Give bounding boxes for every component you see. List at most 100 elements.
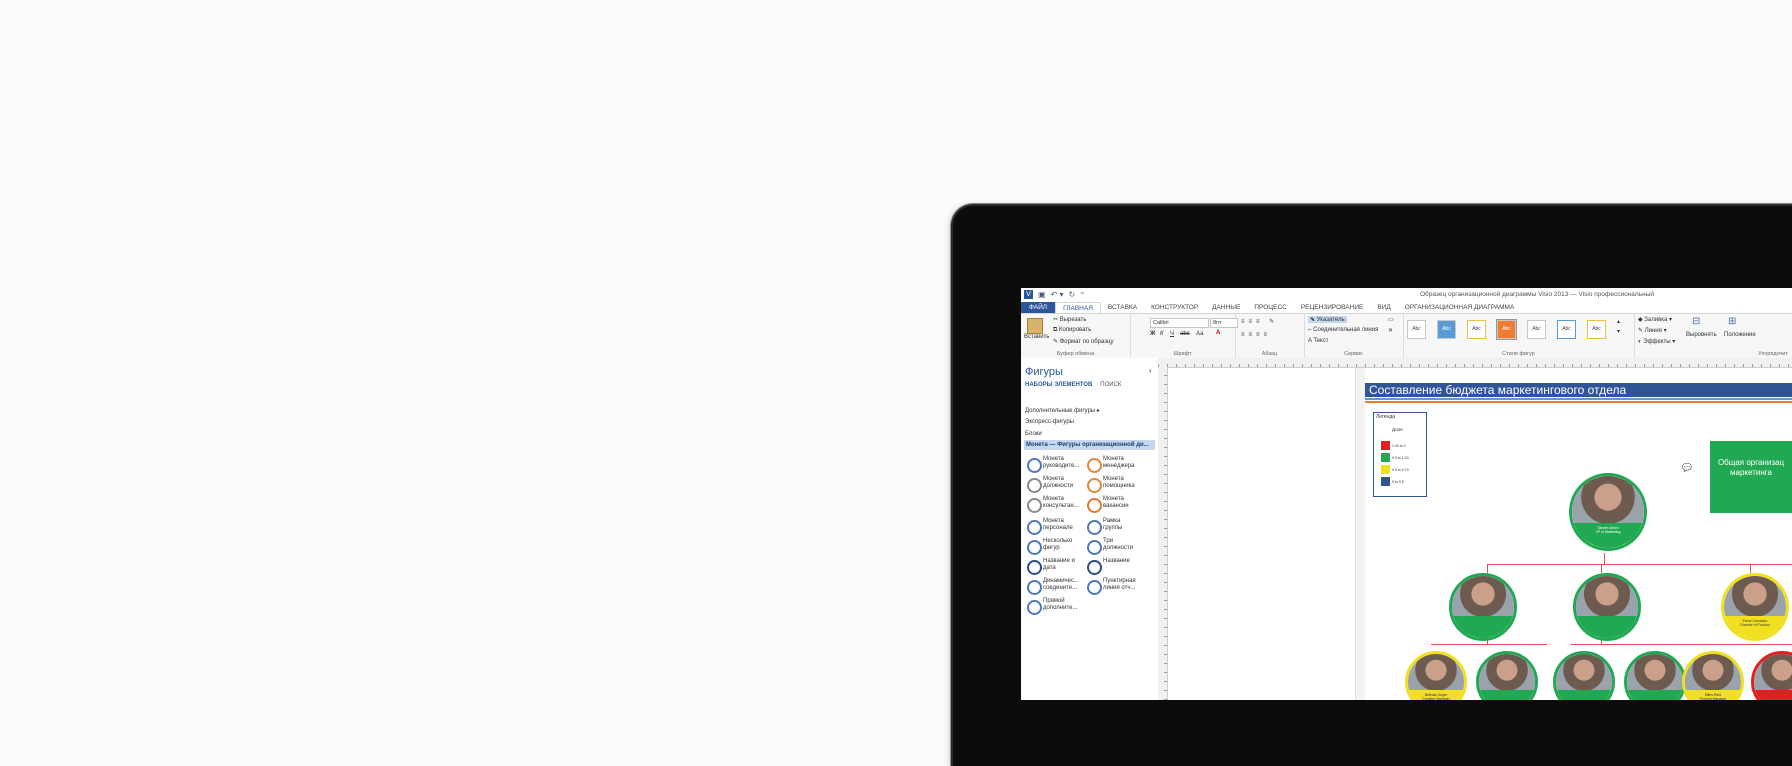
connector-line <box>1571 644 1792 645</box>
more-shapes-item[interactable]: Дополнительные фигуры ▸ <box>1025 407 1100 414</box>
stencil-shape[interactable]: Пунктирная линия отч... <box>1087 578 1147 596</box>
close-icon[interactable]: ✕ <box>1388 327 1393 334</box>
position-icon[interactable]: ⊞ <box>1728 316 1736 327</box>
stencil-shape[interactable]: Монета руководите... <box>1027 456 1087 474</box>
stencil-shape[interactable]: Прямой дополните... <box>1027 598 1087 616</box>
legend-item: 0.5 to 0.79 <box>1381 465 1409 474</box>
text-tool-button[interactable]: A Текст <box>1308 338 1328 344</box>
tab-view[interactable]: ВИД <box>1370 302 1397 313</box>
org-node-mid[interactable] <box>1449 573 1517 641</box>
org-node-mid[interactable] <box>1573 573 1641 641</box>
bold-button[interactable]: Ж <box>1150 331 1155 337</box>
customize-qat-icon[interactable]: ⁼ <box>1080 290 1084 299</box>
stencil-shape[interactable]: Монета должности <box>1027 476 1087 494</box>
cut-button[interactable]: ✂ Вырезать <box>1053 316 1086 323</box>
org-node-mid[interactable]: Fiona Camacho Director of Product <box>1721 573 1789 641</box>
tab-design[interactable]: КОНСТРУКТОР <box>1144 302 1205 313</box>
shape-style-4[interactable]: Abc <box>1496 319 1517 340</box>
font-color-icon[interactable]: A <box>1216 330 1220 336</box>
shape-style-5[interactable]: Abc <box>1527 320 1546 339</box>
org-summary-card[interactable]: Общая организац маркетинга <box>1710 441 1792 513</box>
org-node-bottom[interactable]: Belinda Ongre Creative Manager <box>1405 651 1467 700</box>
strikethrough-button[interactable]: abc <box>1180 331 1190 337</box>
stencil-shape-label: Монета помощника <box>1103 476 1135 489</box>
copy-button[interactable]: ⧉ Копировать <box>1053 327 1091 334</box>
connector-tool-button[interactable]: ⌐ Соединительная линия <box>1308 327 1378 333</box>
tab-home[interactable]: ГЛАВНАЯ <box>1055 302 1101 313</box>
tab-stencils[interactable]: НАБОРЫ ЭЛЕМЕНТОВ <box>1025 382 1092 388</box>
stencil-shape-label: Монета вакансии <box>1103 496 1129 509</box>
org-node-bottom[interactable] <box>1751 651 1792 700</box>
stencil-shape-label: Монета менеджера <box>1103 456 1135 469</box>
align-icon[interactable]: ⊟ <box>1692 316 1700 327</box>
position-button[interactable]: Положение <box>1724 332 1756 338</box>
paste-icon[interactable] <box>1027 318 1043 334</box>
align-icons-bottom[interactable]: ≡≡≡≡ <box>1241 332 1271 338</box>
stencil-shape-icon <box>1027 560 1042 575</box>
stencil-shape[interactable]: Несколько фигур <box>1027 538 1087 556</box>
stencil-shape[interactable]: Монета вакансии <box>1087 496 1147 514</box>
org-summary-line2: маркетинга <box>1730 468 1772 477</box>
tab-org-chart[interactable]: ОРГАНИЗАЦИОННАЯ ДИАГРАММА <box>1398 302 1522 313</box>
paste-button[interactable]: Вставить <box>1024 334 1049 340</box>
change-case-button[interactable]: Аа <box>1196 331 1203 337</box>
group-paragraph: ≡≡≡ ✎ ≡≡≡≡ Абзац <box>1235 314 1305 358</box>
group-tools: ⬉ Указатель ⌐ Соединительная линия A Тек… <box>1304 314 1404 358</box>
stencil-shape[interactable]: Монета консультан... <box>1027 496 1087 514</box>
org-node-bottom[interactable] <box>1476 651 1538 700</box>
tab-file[interactable]: ФАЙЛ <box>1021 302 1056 313</box>
redo-icon[interactable]: ↻ <box>1069 290 1076 299</box>
stencil-shape[interactable]: Монета персонале <box>1027 518 1087 536</box>
stencil-shape[interactable]: Рамка группы <box>1087 518 1147 536</box>
comment-icon[interactable]: 💬 <box>1682 463 1692 472</box>
pointer-tool-button[interactable]: ⬉ Указатель <box>1308 316 1347 323</box>
shape-style-1[interactable]: Abc <box>1407 320 1426 339</box>
stencil-shape[interactable]: Три должности <box>1087 538 1147 556</box>
stencil-shape[interactable]: Монета помощника <box>1087 476 1147 494</box>
stencil-shape[interactable]: Динамичес... соедините... <box>1027 578 1087 596</box>
connector-line <box>1487 564 1488 573</box>
fill-button[interactable]: ◆ Заливка ▾ <box>1638 316 1672 323</box>
effects-button[interactable]: ◐ Эффекты ▾ <box>1638 338 1675 345</box>
connector-line <box>1601 564 1602 573</box>
stencil-shape-icon <box>1087 478 1102 493</box>
format-painter-button[interactable]: ✎ Формат по образцу <box>1053 338 1114 345</box>
quick-shapes-item[interactable]: Экспресс-фигуры <box>1025 419 1074 425</box>
legend-box[interactable]: Легенда Доля 1.00 to 2 0.9 to 1.00 0.5 t… <box>1373 412 1427 497</box>
font-size-select[interactable]: 8пт <box>1210 318 1238 328</box>
org-node-bottom[interactable] <box>1553 651 1615 700</box>
org-node-label <box>1754 690 1792 700</box>
shape-style-2[interactable]: Abc <box>1437 320 1456 339</box>
shape-style-3[interactable]: Abc <box>1467 320 1486 339</box>
stencil-shape[interactable]: Монета менеджера <box>1087 456 1147 474</box>
styles-gallery-more[interactable]: ▾ <box>1617 328 1620 335</box>
shape-style-6[interactable]: Abc <box>1557 320 1576 339</box>
underline-button[interactable]: Ч <box>1170 331 1174 337</box>
stencil-shape-icon <box>1087 560 1102 575</box>
font-name-select[interactable]: Calibri <box>1150 318 1209 328</box>
diagram-title[interactable]: Составление бюджета маркетингового отдел… <box>1365 383 1792 397</box>
org-node-top[interactable]: Steven Alford VP of Marketing <box>1569 473 1647 551</box>
tab-process[interactable]: ПРОЦЕСС <box>1247 302 1293 313</box>
undo-icon[interactable]: ↶ ▾ <box>1051 290 1064 299</box>
collapse-pane-icon[interactable]: ‹ <box>1149 366 1152 375</box>
avatar <box>1576 576 1638 617</box>
align-button[interactable]: Выровнять <box>1686 332 1717 338</box>
stencil-shape-icon <box>1087 458 1102 473</box>
org-node-bottom[interactable]: Miles Reid Product Manager <box>1682 651 1744 700</box>
stencil-shape[interactable]: Название <box>1087 558 1147 576</box>
rectangle-tool-icon[interactable]: ▭ <box>1388 316 1394 323</box>
tab-insert[interactable]: ВСТАВКА <box>1101 302 1144 313</box>
drawing-page-left[interactable] <box>1168 368 1356 700</box>
shape-style-7[interactable]: Abc <box>1587 320 1606 339</box>
org-node-bottom[interactable] <box>1624 651 1686 700</box>
styles-gallery-scroll[interactable]: ▴ <box>1617 318 1620 325</box>
italic-button[interactable]: К <box>1160 331 1164 337</box>
tab-data[interactable]: ДАННЫЕ <box>1205 302 1247 313</box>
tab-search[interactable]: ПОИСК <box>1100 382 1121 388</box>
line-button[interactable]: ✎ Линия ▾ <box>1638 327 1667 334</box>
save-icon[interactable]: ▣ <box>1038 290 1046 299</box>
stencil-shape[interactable]: Название и дата <box>1027 558 1087 576</box>
align-icons-top[interactable]: ≡≡≡ ✎ <box>1241 318 1278 325</box>
tab-review[interactable]: РЕЦЕНЗИРОВАНИЕ <box>1294 302 1371 313</box>
